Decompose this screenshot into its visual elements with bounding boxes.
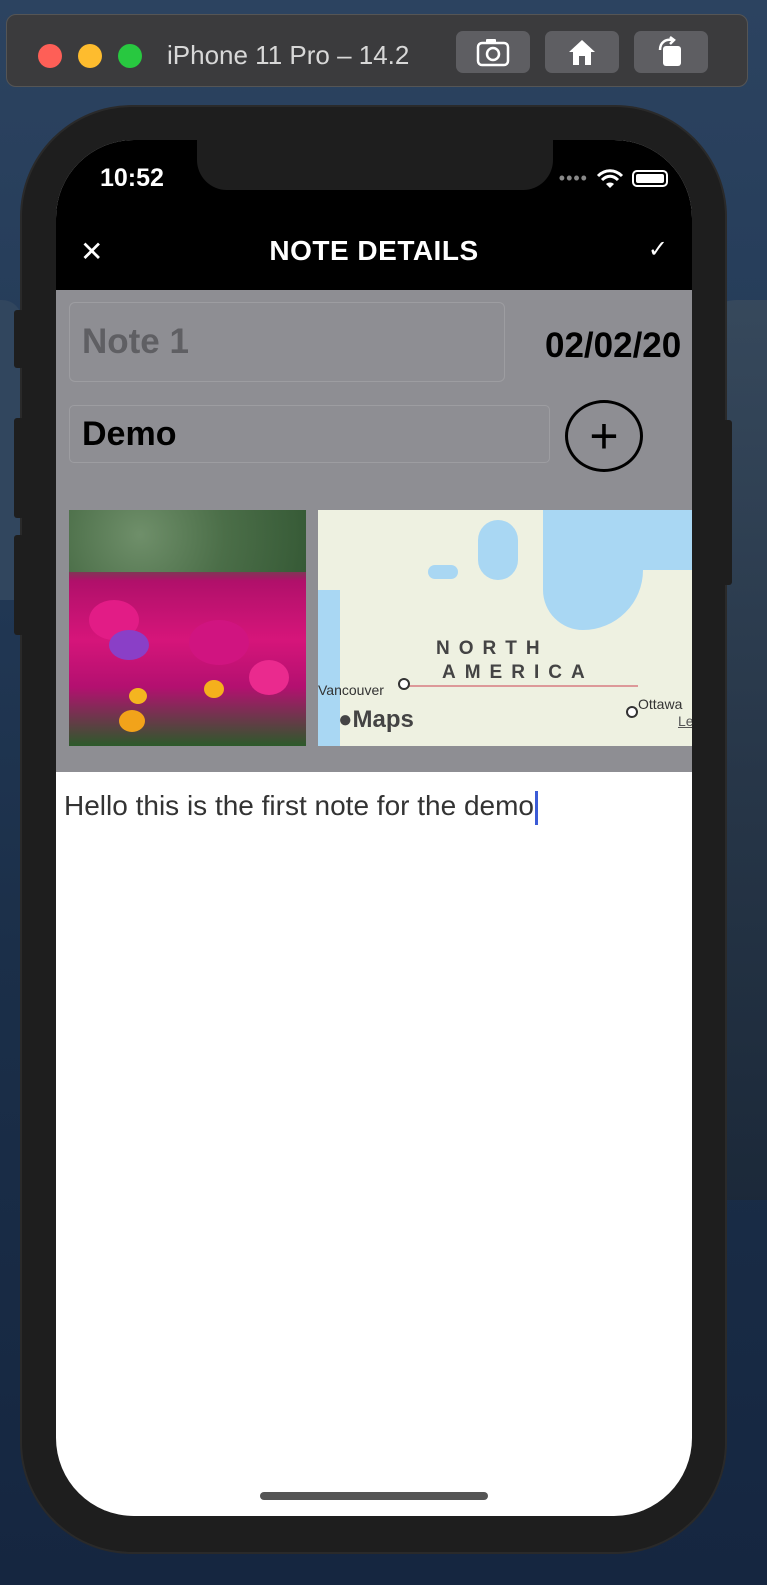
map-city-dot (626, 706, 638, 718)
note-form-panel: Note 1 02/02/20 Demo + NORTH AMERICA Van… (56, 290, 692, 772)
category-input[interactable]: Demo (69, 405, 550, 463)
add-media-button[interactable]: + (565, 400, 643, 472)
mute-switch[interactable] (14, 310, 24, 368)
wifi-icon (596, 168, 624, 188)
zoom-window-button[interactable] (118, 44, 142, 68)
flower-blob (189, 620, 249, 665)
status-time: 10:52 (100, 164, 164, 192)
battery-icon (632, 170, 668, 187)
note-title-input[interactable]: Note 1 (69, 302, 505, 382)
photo-foliage (69, 510, 306, 572)
status-icons: •••• (559, 168, 668, 189)
map-lake (478, 520, 518, 580)
screenshot-button[interactable] (456, 31, 530, 73)
plus-icon: + (589, 408, 619, 464)
map-lake (428, 565, 458, 579)
note-body-textarea[interactable]: Hello this is the first note for the dem… (64, 788, 538, 825)
flower-blob (119, 710, 145, 732)
flower-blob (109, 630, 149, 660)
volume-up-button[interactable] (14, 418, 24, 518)
flower-blob (249, 660, 289, 695)
save-button[interactable]: ✓ (648, 236, 668, 264)
map-city-dot (398, 678, 410, 690)
text-cursor (535, 790, 538, 825)
power-button[interactable] (722, 420, 732, 585)
close-window-button[interactable] (38, 44, 62, 68)
map-region-label: NORTH (436, 638, 549, 659)
notch (197, 140, 553, 190)
rotate-button[interactable] (634, 31, 708, 73)
rotate-icon (658, 36, 681, 66)
map-city-label: Ottawa (638, 696, 683, 712)
screenshot-icon (476, 39, 510, 67)
map-region-label: AMERICA (442, 662, 594, 683)
flower-blob (129, 688, 147, 704)
map-city-label: Vancouver (318, 682, 384, 698)
location-map[interactable]: NORTH AMERICA Vancouver Ottawa Le ●Maps (318, 510, 692, 746)
signal-icon: •••• (558, 168, 588, 188)
simulator-title: iPhone 11 Pro – 14.2 (167, 40, 410, 70)
map-border (408, 685, 638, 687)
apple-icon: ● (338, 706, 353, 733)
home-indicator[interactable] (260, 1492, 488, 1500)
flower-photo[interactable] (69, 510, 306, 746)
note-body-text: Hello this is the first note for the dem… (64, 790, 534, 821)
app-header: 10:52 •••• ✕ NOTE DETAILS ✓ (56, 140, 692, 290)
flower-blob (204, 680, 224, 698)
page-title: NOTE DETAILS (269, 235, 479, 266)
volume-down-button[interactable] (14, 535, 24, 635)
phone-screen: 10:52 •••• ✕ NOTE DETAILS ✓ Note 1 02/02… (56, 140, 692, 1516)
map-legal-link[interactable]: Le (678, 713, 692, 729)
home-button[interactable] (545, 31, 619, 73)
home-icon (569, 40, 595, 65)
minimize-window-button[interactable] (78, 44, 102, 68)
map-ocean (318, 590, 340, 746)
maps-attribution: ●Maps (338, 706, 414, 733)
simulator-toolbar: iPhone 11 Pro – 14.2 (6, 14, 748, 87)
note-date[interactable]: 02/02/20 (545, 326, 681, 366)
map-sea (618, 510, 692, 570)
